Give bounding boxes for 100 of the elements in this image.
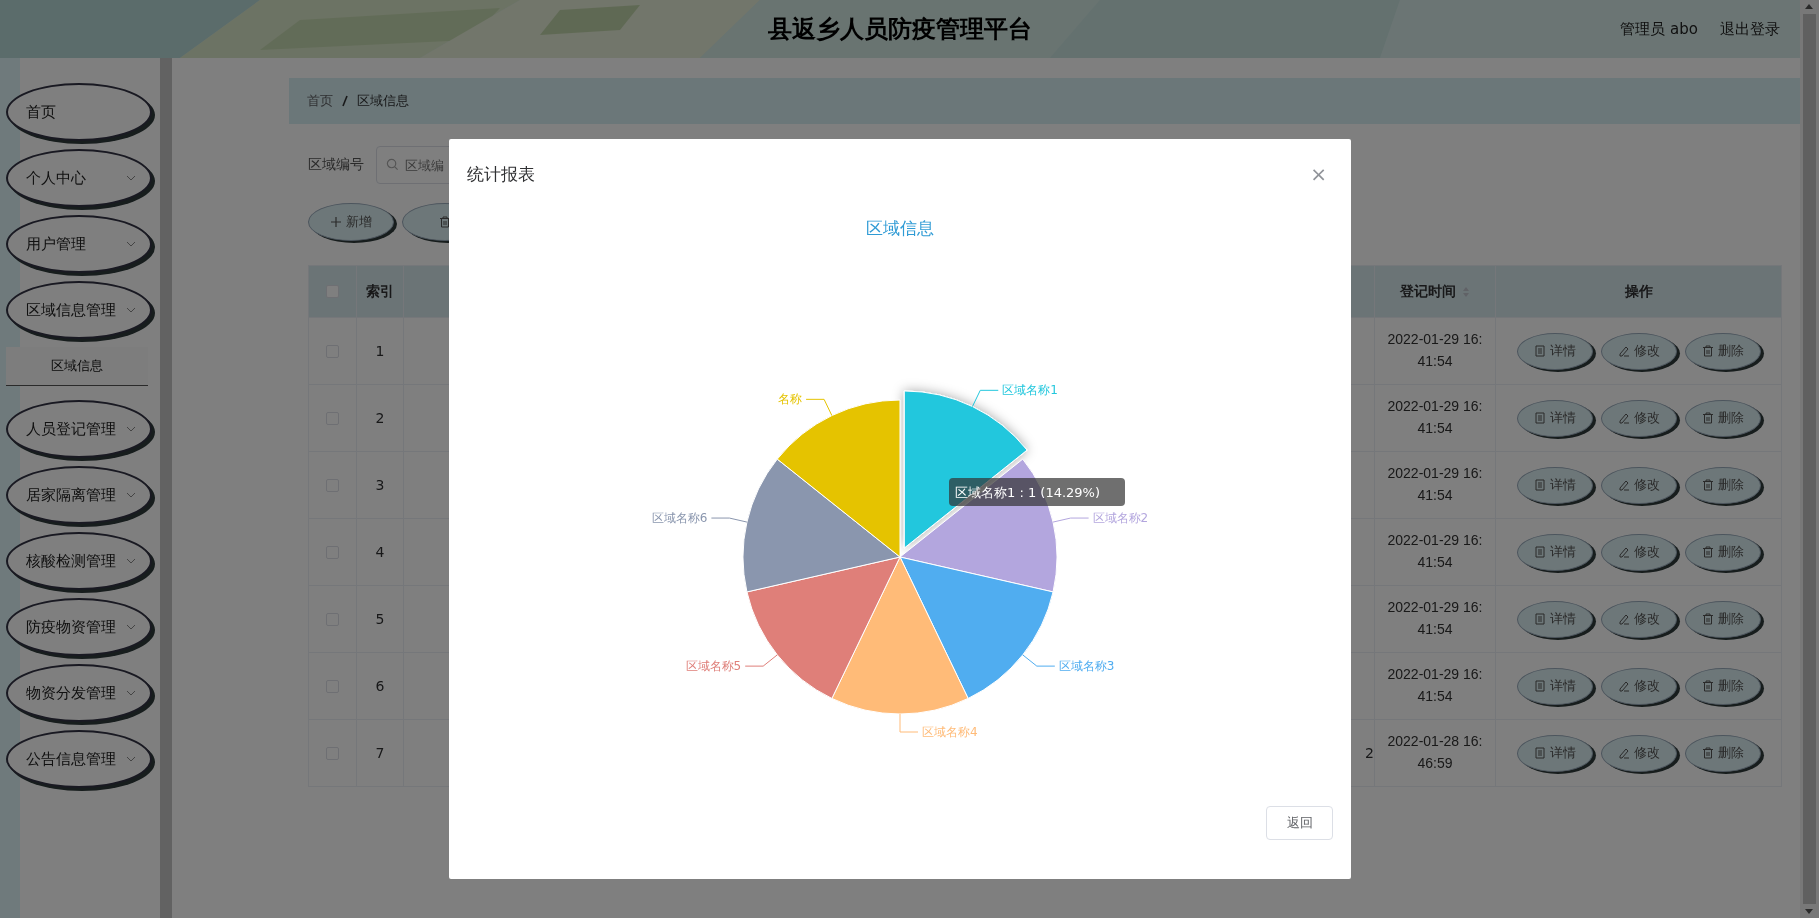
menu-item[interactable]: 区域信息管理 (6, 281, 152, 339)
table-cell: 3 (357, 452, 404, 518)
table-cell: 7 (357, 720, 404, 786)
search-icon (386, 158, 399, 171)
leader-line (899, 713, 919, 733)
row-action-button[interactable]: 删除 (1684, 734, 1761, 772)
pencil-icon (1617, 345, 1630, 357)
menu-item[interactable]: 物资分发管理 (6, 664, 152, 722)
row-action-button[interactable]: 修改 (1600, 332, 1677, 370)
document-icon (1533, 613, 1546, 625)
dialog-title: 统计报表 (467, 162, 535, 186)
logout-link[interactable]: 退出登录 (1720, 19, 1780, 39)
slice-label: 区域名称4 (922, 725, 978, 739)
row-action-button[interactable]: 详情 (1516, 399, 1593, 437)
row-action-button[interactable]: 删除 (1684, 332, 1761, 370)
row-action-button[interactable]: 详情 (1516, 734, 1593, 772)
leader-line (1052, 517, 1090, 523)
chevron-down-icon (126, 624, 136, 630)
leader-line (1022, 654, 1056, 667)
menu-item[interactable]: 居家隔离管理 (6, 466, 152, 524)
chevron-down-icon (126, 307, 136, 313)
chart-title: 区域信息 (866, 217, 934, 240)
pencil-icon (1617, 613, 1630, 625)
row-action-button[interactable]: 删除 (1684, 466, 1761, 504)
menu-item[interactable]: 用户管理 (6, 215, 152, 273)
pencil-icon (1617, 479, 1630, 491)
menu-item[interactable]: 防疫物资管理 (6, 598, 152, 656)
leader-line (710, 517, 748, 523)
scrollbar[interactable] (1800, 0, 1819, 918)
trash-icon (1701, 546, 1714, 558)
breadcrumb-link[interactable]: 首页 (307, 92, 333, 110)
row-action-button[interactable]: 修改 (1600, 734, 1677, 772)
row-action-button[interactable]: 删除 (1684, 533, 1761, 571)
row-action-button[interactable]: 修改 (1600, 667, 1677, 705)
submenu-item[interactable]: 区域信息 (6, 347, 148, 386)
document-icon (1533, 680, 1546, 692)
search-label: 区域编号 (308, 156, 364, 174)
table-cell-text: 2022-01-29 16:41:54 (1386, 598, 1484, 639)
slice-label: 区域名称6 (651, 511, 708, 526)
row-action-button[interactable]: 删除 (1684, 667, 1761, 705)
slice-label: 区域名称5 (685, 659, 742, 674)
column-header: 操作 (1623, 281, 1654, 301)
trash-icon (439, 216, 451, 228)
table-cell-text: 2022-01-29 16:41:54 (1386, 397, 1484, 438)
pencil-icon (1617, 546, 1630, 558)
breadcrumb-link[interactable]: 区域信息 (357, 92, 409, 110)
row-action-button[interactable]: 修改 (1600, 533, 1677, 571)
toolbar-button[interactable]: 新增 (308, 203, 394, 241)
user-name: 管理员 abo (1620, 19, 1698, 39)
table-cell-text: 2022-01-29 16:41:54 (1386, 464, 1484, 505)
table-cell-text: 2022-01-29 16:41:54 (1386, 330, 1484, 371)
table-cell: 6 (357, 653, 404, 719)
table-cell: 5 (357, 586, 404, 652)
column-header[interactable]: 登记时间 (1400, 282, 1456, 301)
table-cell: 2 (357, 385, 404, 451)
chevron-down-icon (126, 175, 136, 181)
column-header: 索引 (357, 266, 404, 317)
scroll-up-icon[interactable] (1805, 4, 1813, 9)
leader-line (971, 389, 999, 408)
menu-item[interactable]: 人员登记管理 (6, 400, 152, 458)
close-button[interactable]: × (1306, 162, 1331, 186)
row-action-button[interactable]: 删除 (1684, 399, 1761, 437)
row-action-button[interactable]: 详情 (1516, 667, 1593, 705)
chevron-down-icon (126, 690, 136, 696)
pencil-icon (1617, 747, 1630, 759)
row-action-button[interactable]: 修改 (1600, 399, 1677, 437)
menu-item[interactable]: 核酸检测管理 (6, 532, 152, 590)
trash-icon (1701, 613, 1714, 625)
back-button[interactable]: 返回 (1266, 806, 1333, 840)
table-cell: 1 (357, 318, 404, 384)
row-action-button[interactable]: 详情 (1516, 533, 1593, 571)
menu-item[interactable]: 个人中心 (6, 149, 152, 207)
document-icon (1533, 546, 1546, 558)
document-icon (1533, 345, 1546, 357)
menu-item[interactable]: 公告信息管理 (6, 730, 152, 788)
trash-icon (1701, 479, 1714, 491)
row-action-button[interactable]: 修改 (1600, 466, 1677, 504)
row-action-button[interactable]: 修改 (1600, 600, 1677, 638)
separator-icon (341, 95, 349, 107)
document-icon (1533, 412, 1546, 424)
trash-icon (1701, 345, 1714, 357)
row-action-button[interactable]: 详情 (1516, 600, 1593, 638)
slice-label: 区域名称3 (1058, 659, 1115, 674)
scroll-down-icon[interactable] (1805, 909, 1813, 914)
chevron-down-icon (126, 426, 136, 432)
trash-icon (1701, 747, 1714, 759)
table-cell: 2 (1365, 745, 1374, 761)
chevron-down-icon (126, 241, 136, 247)
sidebar-scrollbar[interactable] (160, 58, 172, 918)
document-icon (1533, 479, 1546, 491)
document-icon (1533, 747, 1546, 759)
chart-tooltip: 区域名称1 : 1 (14.29%) (949, 478, 1125, 506)
row-action-button[interactable]: 详情 (1516, 466, 1593, 504)
row-action-button[interactable]: 删除 (1684, 600, 1761, 638)
pencil-icon (1617, 680, 1630, 692)
menu-item[interactable]: 首页 (6, 83, 152, 141)
table-cell-text: 2022-01-28 16:46:59 (1386, 732, 1484, 773)
leader-line (744, 654, 778, 667)
trash-icon (1701, 680, 1714, 692)
row-action-button[interactable]: 详情 (1516, 332, 1593, 370)
